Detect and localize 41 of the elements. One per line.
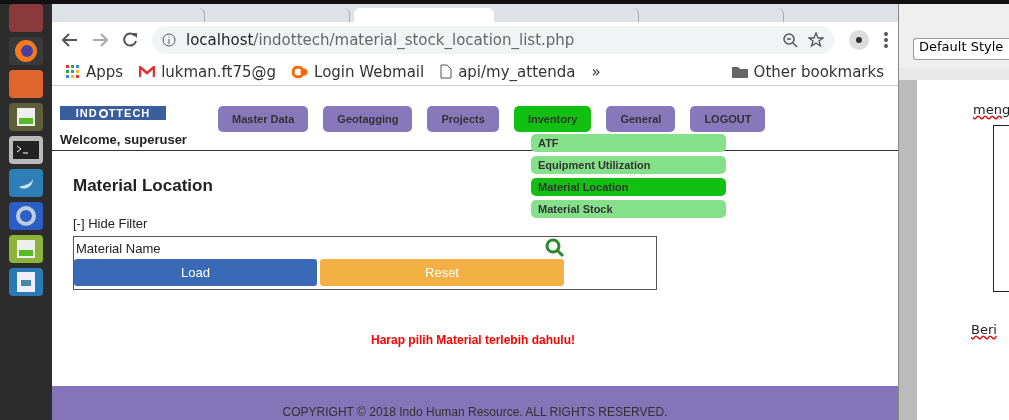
more-bookmarks-button[interactable]: » xyxy=(591,62,601,81)
cpanel-icon xyxy=(292,65,309,78)
dropdown-item[interactable]: Material Stock xyxy=(531,200,726,218)
menu-icon[interactable] xyxy=(884,32,888,48)
welcome-text: Welcome, superuser xyxy=(60,132,188,149)
star-icon[interactable] xyxy=(808,32,824,48)
dropdown-item[interactable]: Equipment Utilization xyxy=(531,156,726,174)
document-text: meng xyxy=(973,102,1009,117)
globe-icon[interactable] xyxy=(9,37,43,65)
reload-icon[interactable] xyxy=(122,32,138,48)
nav-button[interactable]: Inventory xyxy=(513,106,592,132)
bookmark-link[interactable]: api/my_attenda xyxy=(440,62,576,81)
terminal-icon[interactable] xyxy=(9,136,43,164)
copyright-text: COPYRIGHT © 2018 Indo Human Resource. ALL RIGHTS RESERVED. xyxy=(282,405,668,419)
company-logo: IND TTECH xyxy=(60,106,166,120)
back-icon[interactable] xyxy=(62,33,78,47)
bookmark-link[interactable]: Apps xyxy=(66,62,124,81)
zoom-out-icon[interactable] xyxy=(782,32,798,48)
page-title: Material Location xyxy=(73,176,213,196)
dropdown-item[interactable]: ATF xyxy=(531,134,726,152)
bookmark-link[interactable]: Other bookmarks xyxy=(731,62,884,81)
folder-icon xyxy=(731,65,748,78)
page-icon xyxy=(440,64,453,79)
chart-edit-icon[interactable] xyxy=(9,103,43,131)
info-icon xyxy=(162,33,176,47)
hide-filter-link[interactable]: [-] Hide Filter xyxy=(73,216,148,231)
ball-icon[interactable] xyxy=(848,29,870,51)
chart-edit-icon[interactable] xyxy=(9,235,43,263)
search-icon[interactable] xyxy=(544,238,566,258)
apps-grid-icon xyxy=(66,64,80,79)
field-label: Material Name xyxy=(76,240,161,256)
error-message: Harap pilih Material terlebih dahulu! xyxy=(370,333,576,347)
mail-icon xyxy=(139,65,156,78)
dropdown-item[interactable]: Material Location xyxy=(531,178,726,196)
bookmark-link[interactable]: Login Webmail xyxy=(292,62,425,81)
document-text: Beri xyxy=(971,322,997,337)
document-icon[interactable] xyxy=(9,268,43,296)
address-bar[interactable]: localhost/indottech/material_stock_location_list.php xyxy=(152,26,834,54)
style-dropdown[interactable]: Default Style xyxy=(913,38,1009,60)
load-button[interactable]: Load xyxy=(74,259,317,286)
bookmark-link[interactable]: lukman.ft75@g xyxy=(139,62,277,81)
